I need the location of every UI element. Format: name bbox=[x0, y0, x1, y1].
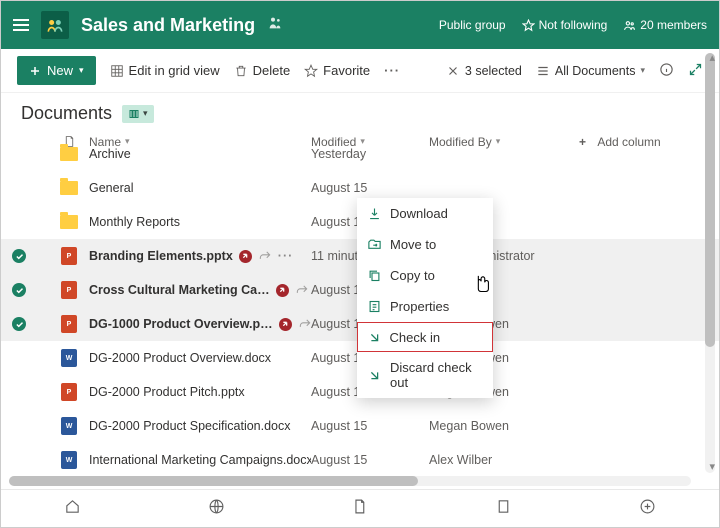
nav-global-icon[interactable] bbox=[208, 498, 225, 520]
file-name[interactable]: Monthly Reports bbox=[81, 215, 311, 229]
folder-icon bbox=[57, 181, 81, 195]
selection-count[interactable]: 3 selected bbox=[446, 64, 522, 78]
file-name[interactable]: Cross Cultural Marketing Ca…··· bbox=[81, 283, 311, 297]
pptx-icon: P bbox=[57, 281, 81, 299]
bottom-nav bbox=[1, 489, 719, 527]
docx-icon: W bbox=[57, 451, 81, 469]
file-name[interactable]: International Marketing Campaigns.docx bbox=[81, 453, 311, 467]
document-list: Name▾ Modified▾ Modified By▾ + Add colum… bbox=[1, 128, 719, 494]
file-name[interactable]: Archive bbox=[81, 147, 311, 161]
expand-icon[interactable] bbox=[688, 62, 703, 80]
site-title[interactable]: Sales and Marketing bbox=[81, 15, 255, 36]
site-logo[interactable] bbox=[41, 11, 69, 39]
menu-copy-to[interactable]: Copy to bbox=[357, 260, 493, 291]
favorite-button[interactable]: Favorite bbox=[304, 63, 370, 78]
modified-cell: August 15 bbox=[311, 181, 429, 195]
context-menu: Download Move to Copy to Properties Chec… bbox=[357, 198, 493, 398]
nav-home-icon[interactable] bbox=[64, 498, 81, 520]
follow-button[interactable]: Not following bbox=[522, 18, 608, 32]
checked-out-icon bbox=[239, 250, 252, 263]
nav-doc-icon[interactable] bbox=[351, 498, 368, 520]
vertical-scrollbar[interactable] bbox=[705, 53, 715, 473]
selected-check-icon[interactable] bbox=[12, 249, 26, 263]
horizontal-scrollbar[interactable] bbox=[9, 476, 691, 486]
modified-by-cell: Megan Bowen bbox=[429, 419, 579, 433]
info-icon[interactable] bbox=[659, 62, 674, 80]
library-title: Documents bbox=[21, 103, 112, 124]
selected-check-icon[interactable] bbox=[12, 283, 26, 297]
selected-check-icon[interactable] bbox=[12, 317, 26, 331]
row-overflow-icon[interactable]: ··· bbox=[278, 249, 294, 263]
scroll-down-icon[interactable]: ▾ bbox=[709, 460, 715, 473]
list-item[interactable]: WDG-2000 Product Specification.docxAugus… bbox=[1, 409, 719, 443]
pptx-icon: P bbox=[57, 315, 81, 333]
command-bar: New ▾ Edit in grid view Delete Favorite … bbox=[1, 49, 719, 93]
column-add[interactable]: + Add column bbox=[579, 135, 699, 149]
file-name[interactable]: DG-2000 Product Pitch.pptx bbox=[81, 385, 311, 399]
column-modified-by[interactable]: Modified By▾ bbox=[429, 135, 579, 149]
share-icon[interactable] bbox=[258, 249, 272, 263]
menu-properties[interactable]: Properties bbox=[357, 291, 493, 322]
nav-page-icon[interactable] bbox=[495, 498, 512, 520]
modified-cell: August 15 bbox=[311, 453, 429, 467]
menu-move-to[interactable]: Move to bbox=[357, 229, 493, 260]
share-icon[interactable] bbox=[298, 317, 311, 331]
overflow-button[interactable]: ··· bbox=[384, 63, 400, 78]
pptx-icon: P bbox=[57, 383, 81, 401]
folder-icon bbox=[57, 215, 81, 229]
suite-header: Sales and Marketing Public group Not fol… bbox=[1, 1, 719, 49]
hamburger-icon[interactable] bbox=[13, 19, 29, 31]
modified-by-cell: Alex Wilber bbox=[429, 453, 579, 467]
docx-icon: W bbox=[57, 349, 81, 367]
list-item[interactable]: WInternational Marketing Campaigns.docxA… bbox=[1, 443, 719, 477]
nav-add-icon[interactable] bbox=[639, 498, 656, 520]
file-name[interactable]: General bbox=[81, 181, 311, 195]
folder-icon bbox=[57, 147, 81, 161]
modified-cell: August 15 bbox=[311, 419, 429, 433]
checked-out-icon bbox=[276, 284, 289, 297]
modified-cell: Yesterday bbox=[311, 147, 429, 161]
teams-icon[interactable] bbox=[267, 15, 283, 36]
menu-check-in[interactable]: Check in bbox=[357, 322, 493, 352]
file-name[interactable]: DG-2000 Product Overview.docx bbox=[81, 351, 311, 365]
pptx-icon: P bbox=[57, 247, 81, 265]
view-chip[interactable]: ▾ bbox=[122, 105, 154, 123]
checked-out-icon bbox=[279, 318, 292, 331]
new-button[interactable]: New ▾ bbox=[17, 56, 96, 85]
file-name[interactable]: DG-1000 Product Overview.p…··· bbox=[81, 317, 311, 331]
delete-button[interactable]: Delete bbox=[234, 63, 291, 78]
docx-icon: W bbox=[57, 417, 81, 435]
view-switcher[interactable]: All Documents ▾ bbox=[536, 64, 645, 78]
menu-discard-check-out[interactable]: Discard check out bbox=[357, 352, 493, 398]
share-icon[interactable] bbox=[295, 283, 309, 297]
file-name[interactable]: DG-2000 Product Specification.docx bbox=[81, 419, 311, 433]
library-header: Documents ▾ bbox=[1, 93, 719, 128]
scroll-up-icon[interactable]: ▴ bbox=[709, 51, 715, 64]
menu-download[interactable]: Download bbox=[357, 198, 493, 229]
members-button[interactable]: 20 members bbox=[623, 18, 707, 32]
privacy-label: Public group bbox=[439, 18, 506, 32]
file-name[interactable]: Branding Elements.pptx··· bbox=[81, 249, 311, 263]
edit-grid-button[interactable]: Edit in grid view bbox=[110, 63, 220, 78]
